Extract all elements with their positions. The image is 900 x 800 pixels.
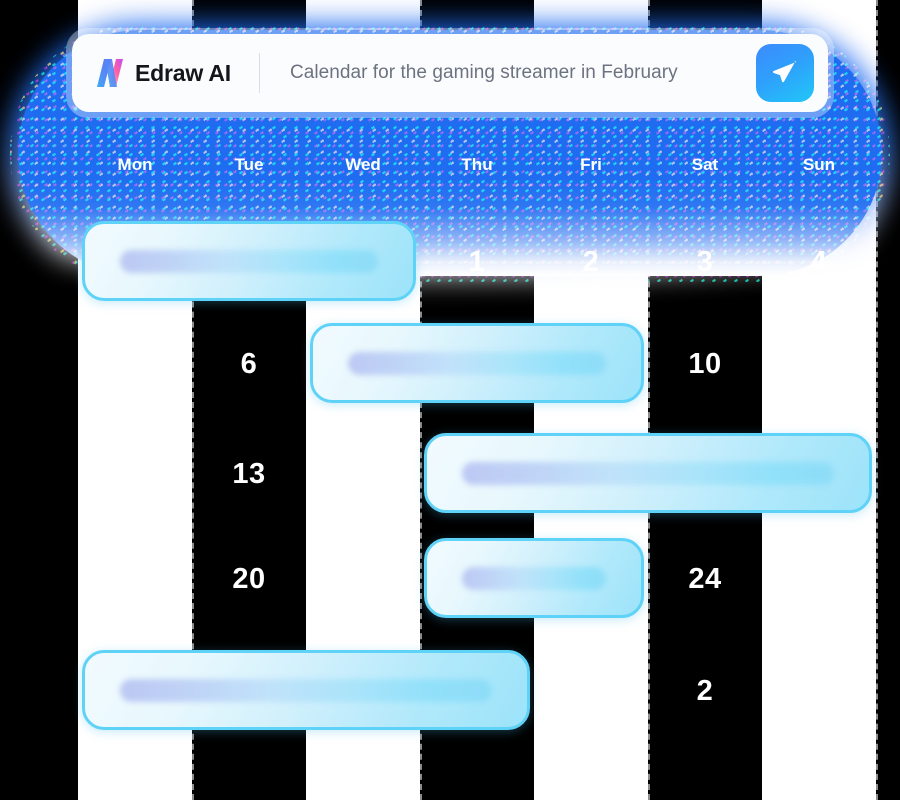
date-cell[interactable]: 2	[648, 675, 762, 708]
prompt-text: Calendar for the gaming streamer in Febr…	[289, 62, 678, 83]
send-button[interactable]	[756, 44, 814, 102]
weekday-label-sun: Sun	[802, 155, 836, 174]
calendar-event-pill[interactable]	[424, 433, 872, 513]
weekday-label-sat: Sat	[691, 155, 719, 174]
date-cell[interactable]: 13	[192, 458, 306, 491]
date-cell[interactable]: 6	[192, 348, 306, 381]
date-cell[interactable]: 10	[648, 348, 762, 381]
event-placeholder-bar	[462, 566, 606, 590]
weekday-header-row: Mon Tue Wed Thu Fri Sat Sun	[0, 148, 900, 182]
weekday-label-mon: Mon	[117, 155, 153, 174]
event-placeholder-bar	[120, 249, 378, 273]
edraw-m-logo-icon	[97, 59, 123, 87]
calendar-event-pill[interactable]	[424, 538, 644, 618]
calendar-canvas: Edraw AI Calendar for the gaming streame…	[0, 0, 900, 800]
event-placeholder-bar	[120, 678, 492, 702]
date-cell[interactable]: 20	[192, 563, 306, 596]
calendar-event-pill[interactable]	[310, 323, 644, 403]
brand-name: Edraw AI	[135, 59, 231, 86]
send-paper-plane-icon	[772, 60, 797, 83]
calendar-event-pill[interactable]	[82, 221, 416, 301]
event-placeholder-bar	[348, 351, 606, 375]
calendar-event-pill[interactable]	[82, 650, 530, 730]
event-placeholder-bar	[462, 461, 834, 485]
date-cell[interactable]: 3	[648, 246, 762, 279]
weekday-label-wed: Wed	[345, 155, 381, 174]
toolbar-divider	[258, 53, 260, 93]
weekday-label-fri: Fri	[580, 155, 602, 174]
toolbar-card: Edraw AI Calendar for the gaming streame…	[72, 34, 828, 112]
date-cell[interactable]: 4	[762, 246, 876, 279]
date-cell[interactable]: 2	[534, 246, 648, 279]
date-cell[interactable]: 1	[420, 246, 534, 279]
weekday-label-thu: Thu	[461, 155, 493, 174]
weekday-label-tue: Tue	[234, 155, 264, 174]
date-cell[interactable]: 24	[648, 563, 762, 596]
